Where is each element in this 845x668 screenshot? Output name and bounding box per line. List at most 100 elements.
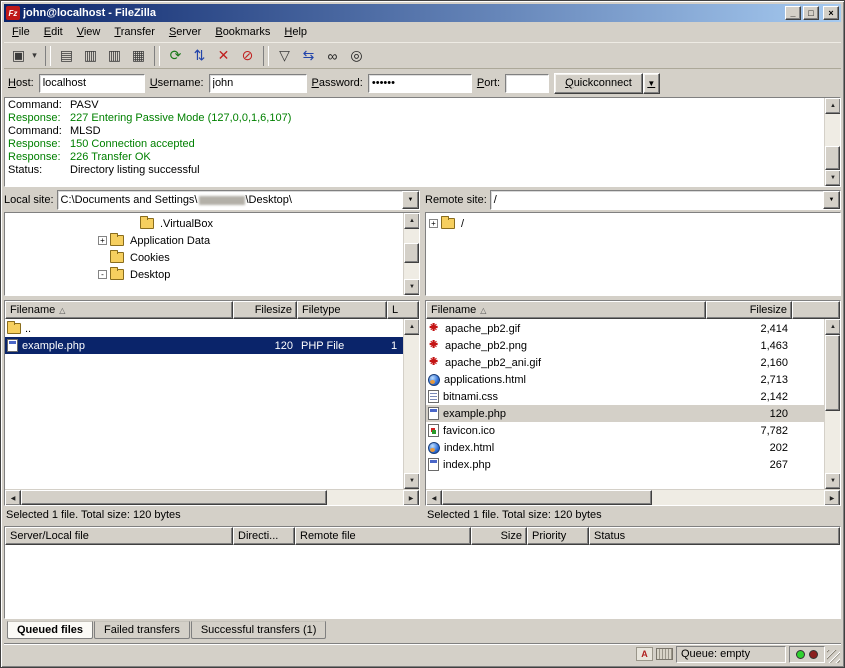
file-row[interactable]: apache_pb2_ani.gif 2,160 [426, 354, 824, 371]
scroll-track[interactable] [404, 229, 419, 279]
local-site-combobox[interactable]: C:\Documents and Settings\\Desktop\ ▼ [57, 190, 420, 210]
menu-item-transfer[interactable]: Transfer [107, 23, 162, 41]
column-remote-file[interactable]: Remote file [295, 527, 471, 545]
scroll-left-button[interactable]: ◀ [426, 490, 442, 506]
scroll-up-button[interactable]: ▲ [404, 213, 420, 229]
toggle-queue-button[interactable]: ▦ [127, 45, 150, 67]
file-row[interactable]: apache_pb2.gif 2,414 [426, 320, 824, 337]
menu-item-file[interactable]: File [5, 23, 37, 41]
local-hscrollbar[interactable]: ◀ ▶ [5, 489, 419, 505]
menu-item-help[interactable]: Help [277, 23, 314, 41]
local-tree-scrollbar[interactable]: ▲ ▼ [403, 213, 419, 295]
menu-item-server[interactable]: Server [162, 23, 208, 41]
toggle-message-log-button[interactable]: ▤ [55, 45, 78, 67]
scroll-down-button[interactable]: ▼ [825, 473, 840, 489]
scroll-track[interactable] [442, 490, 824, 505]
file-row[interactable]: example.php 120 PHP File 1 [5, 337, 403, 354]
scroll-thumb[interactable] [442, 490, 652, 505]
column-server-local-file[interactable]: Server/Local file [5, 527, 233, 545]
tree-expander[interactable]: + [98, 236, 107, 245]
scroll-up-button[interactable]: ▲ [825, 319, 840, 335]
column-priority[interactable]: Priority [527, 527, 589, 545]
menu-item-edit[interactable]: Edit [37, 23, 70, 41]
remote-hscrollbar[interactable]: ◀ ▶ [426, 489, 840, 505]
scroll-right-button[interactable]: ▶ [403, 490, 419, 506]
directory-comparison-button[interactable]: ⇆ [297, 45, 320, 67]
remote-list-scrollbar[interactable]: ▲ ▼ [824, 319, 840, 489]
scroll-up-button[interactable]: ▲ [825, 98, 841, 114]
scroll-down-button[interactable]: ▼ [404, 473, 419, 489]
scroll-track[interactable] [404, 335, 419, 473]
synchronized-browsing-button[interactable]: ∞ [321, 45, 344, 67]
host-input[interactable] [39, 74, 145, 93]
dropdown-button[interactable]: ▼ [823, 191, 840, 209]
log-scrollbar[interactable]: ▲ ▼ [824, 98, 840, 186]
local-pane: Local site: C:\Documents and Settings\\D… [4, 190, 420, 524]
tab-successful-transfers[interactable]: Successful transfers (1) [191, 621, 327, 639]
tree-expander[interactable]: - [98, 270, 107, 279]
column-last-modified[interactable]: L [387, 301, 419, 319]
local-list-scrollbar[interactable]: ▲ ▼ [403, 319, 419, 489]
scroll-thumb[interactable] [21, 490, 327, 505]
file-row[interactable]: index.php 267 [426, 456, 824, 473]
disconnect-button[interactable]: ⊘ [236, 45, 259, 67]
column-filename[interactable]: Filename△ [5, 301, 233, 319]
dropdown-button[interactable]: ▼ [402, 191, 419, 209]
menu-item-view[interactable]: View [70, 23, 108, 41]
column-filesize[interactable]: Filesize [706, 301, 792, 319]
maximize-button[interactable]: □ [803, 6, 819, 20]
quickconnect-dropdown-button[interactable]: ▼ [643, 73, 660, 94]
remote-site-combobox[interactable]: / ▼ [490, 190, 841, 210]
menu-item-bookmarks[interactable]: Bookmarks [208, 23, 277, 41]
column-size[interactable]: Size [471, 527, 527, 545]
file-row[interactable]: favicon.ico 7,782 [426, 422, 824, 439]
refresh-button[interactable]: ⟳ [164, 45, 187, 67]
cancel-operation-button[interactable]: ✕ [212, 45, 235, 67]
file-row[interactable]: example.php 120 [426, 405, 824, 422]
scroll-up-button[interactable]: ▲ [404, 319, 419, 335]
column-status[interactable]: Status [589, 527, 840, 545]
scroll-down-button[interactable]: ▼ [404, 279, 420, 295]
tree-item[interactable]: + / [426, 215, 840, 232]
tree-item[interactable]: .VirtualBox [5, 215, 403, 232]
column-filename[interactable]: Filename△ [426, 301, 706, 319]
filter-button[interactable]: ▽ [273, 45, 296, 67]
file-row[interactable]: index.html 202 [426, 439, 824, 456]
toggle-local-tree-button[interactable]: ▥ [79, 45, 102, 67]
tree-expander[interactable]: + [429, 219, 438, 228]
scroll-down-button[interactable]: ▼ [825, 170, 841, 186]
scroll-thumb[interactable] [825, 146, 840, 170]
transfer-queue: Server/Local file Directi... Remote file… [4, 526, 841, 619]
file-row[interactable]: bitnami.css 2,142 [426, 388, 824, 405]
scroll-right-button[interactable]: ▶ [824, 490, 840, 506]
process-queue-button[interactable]: ⇅ [188, 45, 211, 67]
site-manager-dropdown[interactable]: ▾ [28, 45, 41, 67]
tab-failed-transfers[interactable]: Failed transfers [94, 621, 190, 639]
tree-item[interactable]: - Desktop [5, 266, 403, 283]
close-button[interactable]: × [823, 6, 839, 20]
tree-item[interactable]: Cookies [5, 249, 403, 266]
scroll-track[interactable] [825, 114, 840, 170]
quickconnect-button[interactable]: Quickconnect [554, 73, 643, 94]
column-filesize[interactable]: Filesize [233, 301, 297, 319]
scroll-track[interactable] [825, 335, 840, 473]
toggle-remote-tree-button[interactable]: ▥ [103, 45, 126, 67]
tree-item[interactable]: + Application Data [5, 232, 403, 249]
tab-queued-files[interactable]: Queued files [7, 621, 93, 639]
scroll-track[interactable] [21, 490, 403, 505]
scroll-thumb[interactable] [825, 335, 840, 411]
site-manager-button[interactable]: ▣ [7, 45, 30, 67]
column-direction[interactable]: Directi... [233, 527, 295, 545]
minimize-button[interactable]: _ [785, 6, 801, 20]
scroll-left-button[interactable]: ◀ [5, 490, 21, 506]
file-row[interactable]: apache_pb2.png 1,463 [426, 337, 824, 354]
file-row[interactable]: .. [5, 320, 403, 337]
password-input[interactable] [368, 74, 472, 93]
column-filetype[interactable]: Filetype [297, 301, 387, 319]
find-files-button[interactable]: ◎ [345, 45, 368, 67]
resize-grip[interactable] [827, 650, 840, 663]
scroll-thumb[interactable] [404, 243, 419, 263]
port-input[interactable] [505, 74, 549, 93]
file-row[interactable]: applications.html 2,713 [426, 371, 824, 388]
username-input[interactable] [209, 74, 307, 93]
